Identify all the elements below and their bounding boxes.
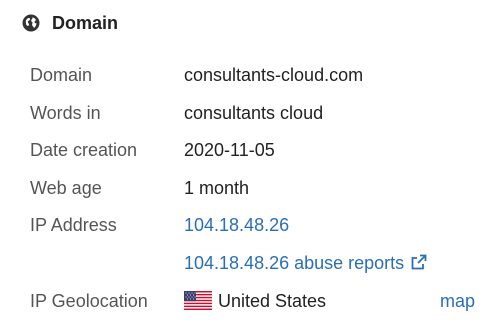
words-in-value: consultants cloud [184, 102, 324, 123]
row-words-in: Words in consultants cloud [0, 101, 496, 125]
date-creation-value: 2020-11-05 [184, 139, 275, 160]
country-name: United States [218, 290, 327, 311]
abuse-reports-text[interactable]: 104.18.48.26 abuse reports [184, 253, 404, 273]
domain-value: consultants-cloud.com [184, 64, 364, 85]
map-link[interactable]: map [440, 291, 475, 312]
web-age-label: Web age [30, 177, 102, 198]
us-flag-icon [184, 290, 212, 310]
abuse-reports-link[interactable]: 104.18.48.26 abuse reports [184, 253, 427, 274]
section-title: Domain [52, 12, 119, 33]
ip-address-link[interactable]: 104.18.48.26 [184, 215, 289, 236]
row-domain: Domain consultants-cloud.com [0, 63, 496, 87]
row-abuse-reports: 104.18.48.26 abuse reports [0, 251, 496, 275]
section-header: Domain [22, 11, 118, 35]
words-in-label: Words in [30, 102, 101, 123]
ip-address-label: IP Address [30, 214, 117, 235]
ip-geolocation-value: United States [184, 290, 327, 312]
external-link-icon[interactable] [410, 254, 427, 271]
domain-label: Domain [30, 64, 93, 85]
row-web-age: Web age 1 month [0, 176, 496, 200]
domain-panel: Domain Domain consultants-cloud.com Word… [0, 0, 496, 336]
row-ip-geolocation: IP Geolocation United States map [0, 289, 496, 313]
row-date-creation: Date creation 2020-11-05 [0, 138, 496, 162]
row-ip-address: IP Address 104.18.48.26 [0, 213, 496, 237]
globe-icon [22, 14, 40, 32]
date-creation-label: Date creation [30, 139, 138, 160]
web-age-value: 1 month [184, 177, 250, 198]
ip-geolocation-label: IP Geolocation [30, 290, 148, 311]
